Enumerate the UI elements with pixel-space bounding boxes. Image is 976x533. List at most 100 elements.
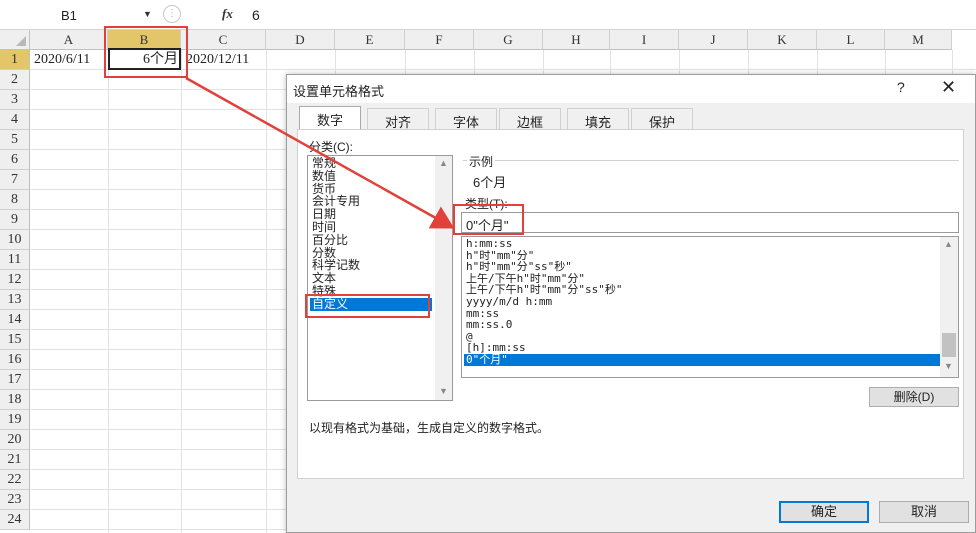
row-header-6[interactable]: 6: [0, 150, 30, 170]
format-scrollbar[interactable]: ▲ ▼: [940, 237, 958, 377]
category-item[interactable]: 百分比: [310, 233, 432, 247]
format-item[interactable]: yyyy/m/d h:mm: [464, 296, 940, 307]
scroll-thumb[interactable]: [942, 333, 956, 357]
cell-c1[interactable]: 2020/12/11: [186, 50, 266, 70]
row-header-15[interactable]: 15: [0, 330, 30, 350]
category-item[interactable]: 会计专用: [310, 195, 432, 208]
annotation-box-type: [453, 204, 524, 235]
row-header-21[interactable]: 21: [0, 450, 30, 470]
gridline-vertical: [108, 50, 109, 533]
row-header-14[interactable]: 14: [0, 310, 30, 330]
dialog-title: 设置单元格格式: [293, 84, 385, 99]
category-item[interactable]: 科学记数: [310, 259, 432, 272]
format-item[interactable]: h"时"mm"分": [464, 250, 940, 261]
delete-button[interactable]: 删除(D): [869, 387, 959, 407]
format-item[interactable]: h"时"mm"分"ss"秒": [464, 261, 940, 272]
column-header-i[interactable]: I: [610, 30, 679, 50]
sample-value: 6个月: [473, 175, 507, 190]
category-item[interactable]: 文本: [310, 272, 432, 285]
row-header-9[interactable]: 9: [0, 210, 30, 230]
dialog-footer: 确定 取消: [287, 485, 975, 532]
tab-5[interactable]: 保护: [631, 108, 693, 130]
category-item[interactable]: 常规: [310, 157, 432, 170]
format-item[interactable]: mm:ss.0: [464, 319, 940, 330]
category-item[interactable]: 数值: [310, 169, 432, 183]
dialog-titlebar[interactable]: 设置单元格格式 ? ✕: [287, 75, 975, 103]
row-header-1[interactable]: 1: [0, 50, 30, 70]
row-header-5[interactable]: 5: [0, 130, 30, 150]
description-text: 以现有格式为基础，生成自定义的数字格式。: [309, 421, 550, 435]
row-header-3[interactable]: 3: [0, 90, 30, 110]
row-header-11[interactable]: 11: [0, 250, 30, 270]
row-header-18[interactable]: 18: [0, 390, 30, 410]
sample-group: [463, 160, 959, 192]
column-header-l[interactable]: L: [817, 30, 885, 50]
formula-input[interactable]: 6: [252, 7, 260, 23]
category-item[interactable]: 日期: [310, 208, 432, 221]
format-item[interactable]: 上午/下午h"时"mm"分": [464, 273, 940, 284]
close-icon[interactable]: ✕: [941, 77, 956, 98]
tab-3[interactable]: 边框: [499, 108, 561, 130]
tab-0[interactable]: 数字: [299, 106, 361, 130]
scroll-down-icon[interactable]: ▼: [944, 361, 953, 371]
function-icon[interactable]: fx: [222, 6, 233, 22]
column-header-k[interactable]: K: [748, 30, 817, 50]
column-header-c[interactable]: C: [181, 30, 266, 50]
help-icon[interactable]: ?: [897, 79, 905, 95]
type-input[interactable]: 0"个月": [461, 212, 959, 233]
format-item[interactable]: mm:ss: [464, 308, 940, 319]
name-box[interactable]: B1: [28, 4, 156, 26]
column-header-j[interactable]: J: [679, 30, 748, 50]
category-item[interactable]: 货币: [310, 182, 432, 196]
chevron-down-icon[interactable]: ▼: [143, 9, 152, 19]
format-list[interactable]: 0"个月" [h]:mm:ss @ mm:ss.0 mm:ss yyyy/m/d h:mm…: [461, 236, 959, 378]
scroll-up-icon[interactable]: ▲: [944, 239, 953, 249]
column-header-f[interactable]: F: [405, 30, 474, 50]
cancel-button[interactable]: 取消: [879, 501, 969, 523]
annotation-box-b1: [104, 26, 188, 78]
row-header-8[interactable]: 8: [0, 190, 30, 210]
tab-1[interactable]: 对齐: [367, 108, 429, 130]
column-header-h[interactable]: H: [543, 30, 610, 50]
row-header-12[interactable]: 12: [0, 270, 30, 290]
category-scrollbar[interactable]: ▲ ▼: [435, 156, 452, 400]
category-label: 分类(C):: [309, 140, 353, 154]
row-header-4[interactable]: 4: [0, 110, 30, 130]
format-item[interactable]: 上午/下午h"时"mm"分"ss"秒": [464, 284, 940, 295]
ok-button[interactable]: 确定: [779, 501, 869, 523]
row-header-22[interactable]: 22: [0, 470, 30, 490]
column-header-d[interactable]: D: [266, 30, 335, 50]
format-item[interactable]: @: [464, 331, 940, 342]
select-all-corner[interactable]: [0, 30, 30, 50]
row-header-7[interactable]: 7: [0, 170, 30, 190]
row-header-16[interactable]: 16: [0, 350, 30, 370]
format-item[interactable]: h:mm:ss: [464, 238, 940, 249]
format-item[interactable]: 0"个月": [464, 354, 940, 366]
annotation-box-category: [305, 294, 430, 318]
gridline-vertical: [181, 50, 182, 533]
column-header-g[interactable]: G: [474, 30, 543, 50]
row-header-10[interactable]: 10: [0, 230, 30, 250]
row-header-24[interactable]: 24: [0, 510, 30, 530]
row-header-2[interactable]: 2: [0, 70, 30, 90]
scroll-down-icon[interactable]: ▼: [439, 386, 448, 396]
row-header-17[interactable]: 17: [0, 370, 30, 390]
column-header-a[interactable]: A: [30, 30, 108, 50]
column-header-m[interactable]: M: [885, 30, 952, 50]
format-cells-dialog: 设置单元格格式 ? ✕ 数字 对齐 字体 边框 填充 保护 分类(C): 自定义 特殊 文本科…: [286, 74, 976, 533]
category-item[interactable]: 分数: [310, 246, 432, 260]
tab-4[interactable]: 填充: [567, 108, 629, 130]
tab-2[interactable]: 字体: [435, 108, 497, 130]
row-header-13[interactable]: 13: [0, 290, 30, 310]
category-list[interactable]: 自定义 特殊 文本 科学记数 分数 百分比 时间 日期 会计专用 货币 数值 常规 ▲ ▼: [307, 155, 453, 401]
row-header-23[interactable]: 23: [0, 490, 30, 510]
format-item[interactable]: [h]:mm:ss: [464, 342, 940, 353]
sample-label: 示例: [467, 153, 496, 170]
more-options-icon[interactable]: ⋮: [163, 5, 181, 23]
category-item[interactable]: 时间: [310, 221, 432, 234]
scroll-up-icon[interactable]: ▲: [439, 158, 448, 168]
row-header-19[interactable]: 19: [0, 410, 30, 430]
column-header-e[interactable]: E: [335, 30, 405, 50]
row-header-20[interactable]: 20: [0, 430, 30, 450]
cell-a1[interactable]: 2020/6/11: [34, 50, 108, 70]
